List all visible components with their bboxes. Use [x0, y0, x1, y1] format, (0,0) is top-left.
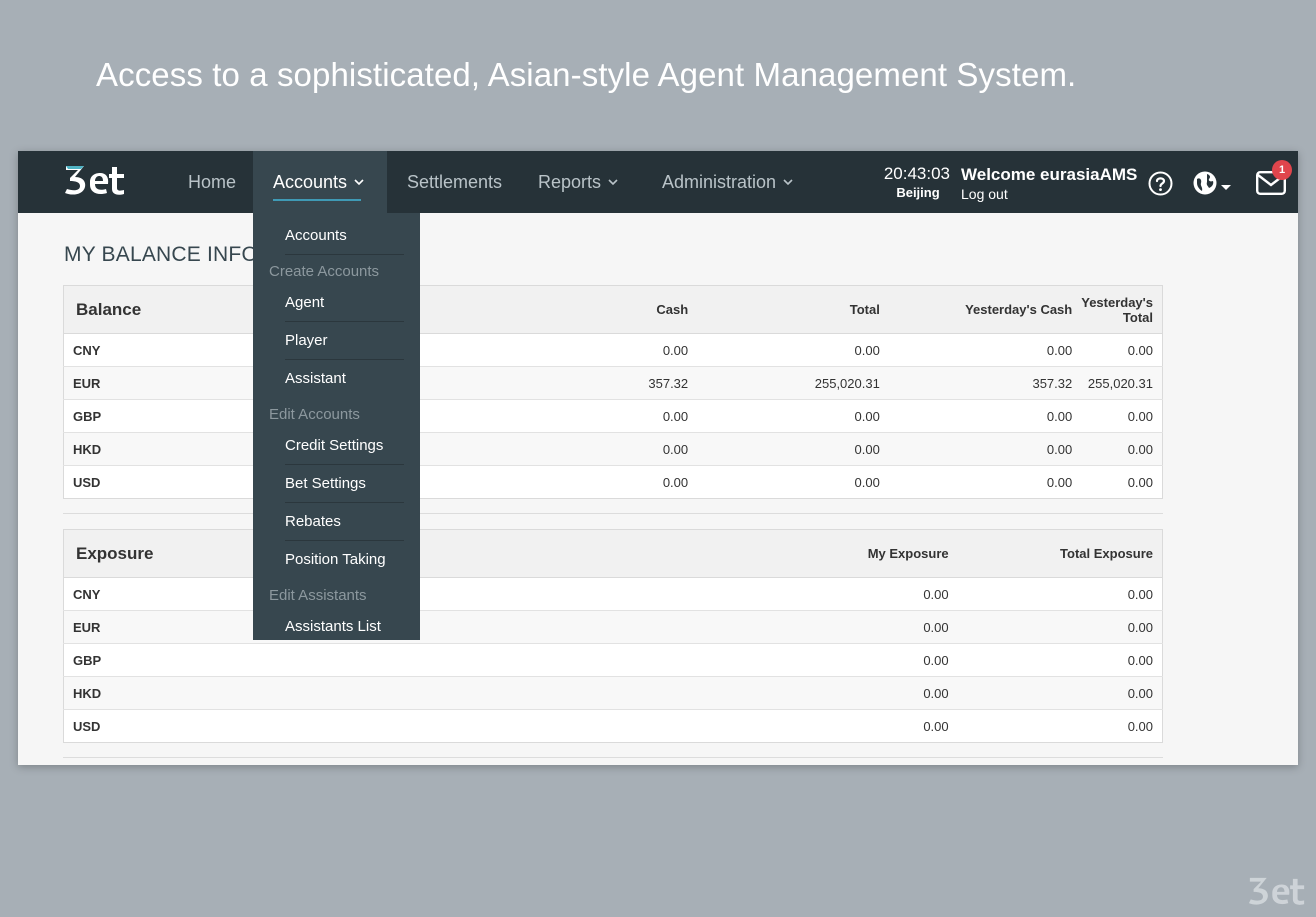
- column-header: Total: [697, 285, 889, 334]
- column-header: Yesterday's Total: [1081, 285, 1163, 334]
- total-cell: 0.00: [697, 333, 889, 367]
- yesterday-cash-cell: 0.00: [888, 399, 1082, 433]
- total-exposure-cell: 0.00: [957, 610, 1163, 644]
- nav-accounts-label: Accounts: [273, 171, 362, 201]
- nav-home-label: Home: [187, 171, 236, 192]
- column-header: Cash: [508, 285, 698, 334]
- table-row: GBP 0.00 0.00 0.00 0.00: [63, 399, 1163, 433]
- column-header: Yesterday's Cash: [888, 285, 1082, 334]
- menu-item-bet-settings[interactable]: Bet Settings: [285, 465, 404, 503]
- total-cell: 0.00: [697, 399, 889, 433]
- total-exposure-cell: 0.00: [957, 676, 1163, 710]
- yesterday-total-cell: 0.00: [1081, 333, 1163, 367]
- welcome-text: Welcome eurasiaAMS: [961, 165, 1138, 184]
- yesterday-total-cell: 0.00: [1081, 465, 1163, 499]
- nav-reports-label: Reports: [538, 171, 602, 192]
- logout-link[interactable]: Log out: [961, 186, 1137, 202]
- menu-section-edit-accounts: Edit Accounts: [269, 406, 360, 423]
- nav-home[interactable]: Home: [170, 151, 254, 213]
- menu-item-accounts[interactable]: Accounts: [285, 217, 404, 255]
- 3et-watermark-logo-icon: [1248, 877, 1305, 905]
- chevron-down-icon: [608, 179, 618, 186]
- nav-settlements-label: Settlements: [407, 171, 503, 192]
- table-row: CNY 0.00 0.00 0.00 0.00: [63, 333, 1163, 367]
- nav-administration-label: Administration: [662, 171, 777, 192]
- table-row: USD 0.00 0.00: [63, 709, 1163, 743]
- menu-item-player[interactable]: Player: [285, 322, 404, 360]
- yesterday-cash-cell: 357.32: [888, 366, 1082, 400]
- yesterday-cash-cell: 0.00: [888, 333, 1082, 367]
- table-row: GBP 0.00 0.00: [63, 643, 1163, 677]
- help-icon[interactable]: [1148, 171, 1173, 196]
- headline: Access to a sophisticated, Asian-style A…: [96, 56, 1077, 93]
- table-header-row: Exposure My Exposure Total Exposure: [63, 529, 1163, 578]
- menu-item-rebates[interactable]: Rebates: [285, 503, 404, 541]
- yesterday-cash-cell: 0.00: [888, 432, 1082, 466]
- language-globe-icon[interactable]: [1193, 171, 1233, 197]
- my-exposure-cell: 0.00: [752, 610, 958, 644]
- total-exposure-cell: 0.00: [957, 709, 1163, 743]
- app-window: Home Accounts Settlements Reports Admini…: [18, 151, 1298, 765]
- cash-cell: 0.00: [508, 465, 698, 499]
- my-exposure-cell: 0.00: [752, 676, 958, 710]
- column-header: My Exposure: [752, 529, 958, 578]
- table-row: HKD 0.00 0.00: [63, 676, 1163, 710]
- currency-cell: GBP: [63, 643, 753, 677]
- yesterday-total-cell: 0.00: [1081, 432, 1163, 466]
- currency-cell: HKD: [63, 676, 753, 710]
- table-row: CNY 0.00 0.00: [63, 577, 1163, 611]
- cash-cell: 0.00: [508, 399, 698, 433]
- user-info: Welcome eurasiaAMS Log out: [961, 165, 1137, 202]
- total-cell: 255,020.31: [697, 366, 889, 400]
- my-exposure-cell: 0.00: [752, 643, 958, 677]
- nav-accounts[interactable]: Accounts: [253, 151, 387, 213]
- yesterday-total-cell: 255,020.31: [1081, 366, 1163, 400]
- total-cell: 0.00: [697, 465, 889, 499]
- chevron-down-icon: [354, 179, 364, 186]
- total-cell: 0.00: [697, 432, 889, 466]
- my-exposure-cell: 0.00: [752, 577, 958, 611]
- table-row: EUR 0.00 0.00: [63, 610, 1163, 644]
- accounts-dropdown-menu: Accounts Create Accounts Agent Player As…: [253, 213, 420, 640]
- menu-section-edit-assistants: Edit Assistants: [269, 587, 367, 604]
- clock: 20:43:03 Beijing: [878, 164, 950, 200]
- menu-item-position-taking[interactable]: Position Taking: [285, 541, 404, 579]
- currency-cell: USD: [63, 709, 753, 743]
- total-exposure-cell: 0.00: [957, 577, 1163, 611]
- chevron-down-icon: [783, 179, 793, 186]
- column-header: Total Exposure: [957, 529, 1163, 578]
- menu-item-agent[interactable]: Agent: [285, 284, 404, 322]
- nav-administration[interactable]: Administration: [662, 151, 793, 213]
- menu-item-assistant[interactable]: Assistant: [285, 360, 404, 398]
- menu-item-credit-settings[interactable]: Credit Settings: [285, 427, 404, 465]
- navbar: Home Accounts Settlements Reports Admini…: [18, 151, 1298, 213]
- yesterday-total-cell: 0.00: [1081, 399, 1163, 433]
- total-exposure-cell: 0.00: [957, 643, 1163, 677]
- cash-cell: 0.00: [508, 432, 698, 466]
- menu-item-assistants-list[interactable]: Assistants List: [285, 608, 404, 646]
- exposure-table: Exposure My Exposure Total Exposure CNY …: [63, 529, 1163, 743]
- table-row: USD 0.00 0.00 0.00 0.00: [63, 465, 1163, 499]
- clock-time: 20:43:03: [883, 164, 950, 183]
- section-divider: [63, 757, 1163, 758]
- balance-table: Balance Cash Total Yesterday's Cash Yest…: [63, 285, 1163, 499]
- table-row: HKD 0.00 0.00 0.00 0.00: [63, 432, 1163, 466]
- menu-section-create-accounts: Create Accounts: [269, 263, 380, 280]
- nav-settlements[interactable]: Settlements: [407, 151, 502, 213]
- 3et-logo-icon[interactable]: [64, 163, 126, 197]
- section-divider: [63, 513, 1163, 514]
- cash-cell: 0.00: [508, 333, 698, 367]
- cash-cell: 357.32: [508, 366, 698, 400]
- nav-reports[interactable]: Reports: [538, 151, 618, 213]
- table-header-row: Balance Cash Total Yesterday's Cash Yest…: [63, 285, 1163, 334]
- my-exposure-cell: 0.00: [752, 709, 958, 743]
- clock-city: Beijing: [896, 185, 940, 200]
- table-row: EUR 357.32 255,020.31 357.32 255,020.31: [63, 366, 1163, 400]
- page-title: MY BALANCE INFOR: [64, 243, 274, 266]
- yesterday-cash-cell: 0.00: [888, 465, 1082, 499]
- message-count-badge: 1: [1272, 160, 1292, 180]
